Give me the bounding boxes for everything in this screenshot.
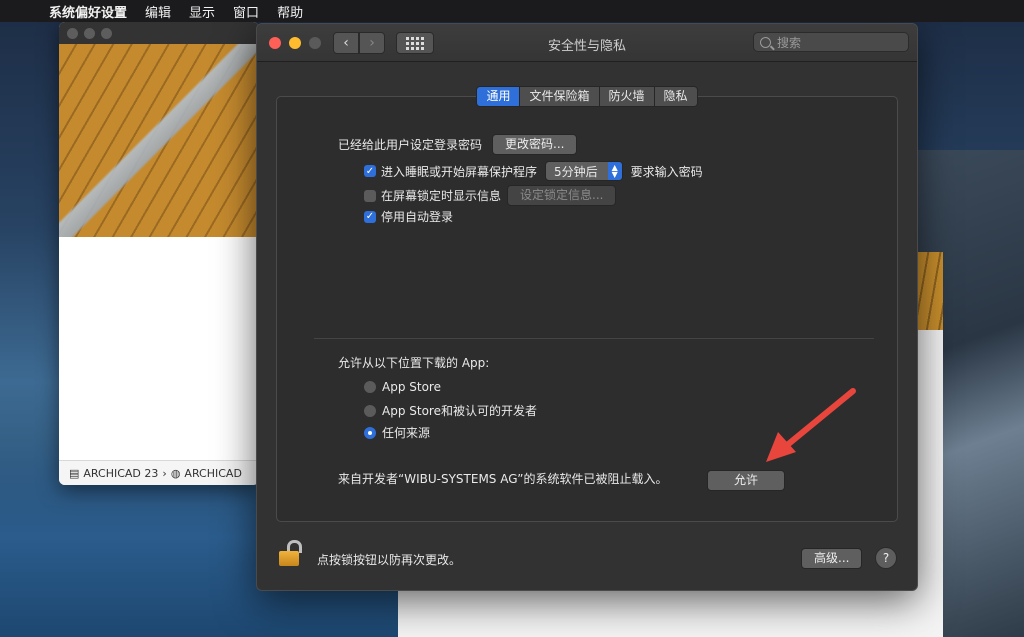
menu-window[interactable]: 窗口 (224, 2, 268, 21)
menu-app-name[interactable]: 系统偏好设置 (40, 2, 136, 21)
menu-bar: 系统偏好设置 编辑 显示 窗口 帮助 (0, 0, 1024, 22)
menu-help[interactable]: 帮助 (268, 2, 312, 21)
menu-edit[interactable]: 编辑 (136, 2, 180, 21)
menu-view[interactable]: 显示 (180, 2, 224, 21)
annotation-arrow-icon (766, 388, 856, 462)
